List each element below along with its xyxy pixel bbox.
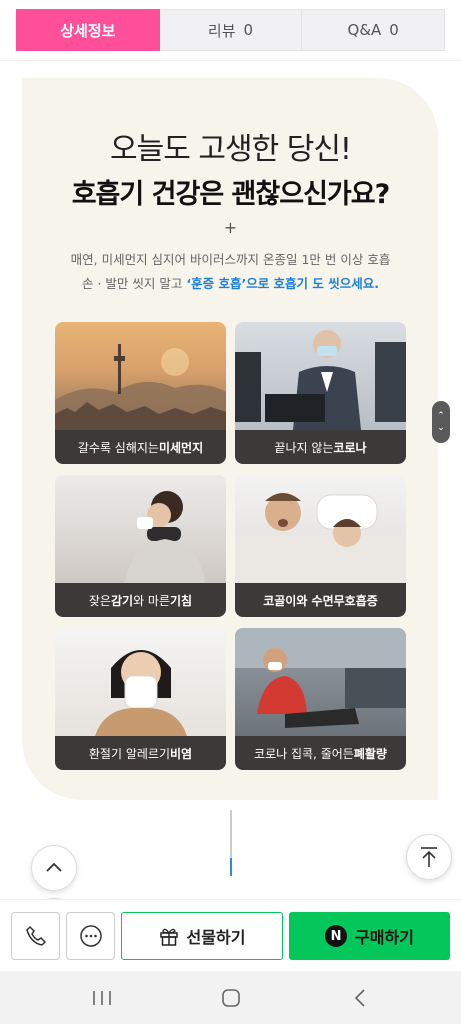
buy-button[interactable]: N 구매하기: [289, 912, 450, 960]
tile-cold-suffix: 와 마른: [133, 593, 171, 608]
tile-fine-dust-caption: 갈수록 심해지는 미세먼지: [55, 430, 226, 464]
tile-snoring-caption: 코골이와 수면무호흡증: [235, 583, 406, 617]
headline-line1: 오늘도 고생한 당신!: [110, 132, 352, 167]
tile-rhinitis: 환절기 알레르기 비염: [55, 628, 226, 770]
description-line2: 손 · 발만 씻지 말고 ‘훈증 호흡’으로 호흡기 도 씻으세요.: [40, 272, 421, 296]
gift-icon: [159, 928, 178, 946]
tab-reviews-count: 0: [243, 21, 254, 39]
description-line2-prefix: 손 · 발만 씻지 말고: [82, 276, 187, 291]
tile-rhinitis-caption: 환절기 알레르기 비염: [55, 736, 226, 770]
home-button[interactable]: [218, 985, 244, 1011]
phone-icon: [25, 925, 46, 946]
description-line1: 매연, 미세먼지 심지어 바이러스까지 온종일 1만 번 이상 호흡: [70, 252, 391, 267]
page-up-button[interactable]: [31, 845, 77, 891]
tile-snoring: 코골이와 수면무호흡증: [235, 475, 406, 617]
scroll-to-top-button[interactable]: [406, 834, 452, 880]
plus-divider: +: [223, 218, 238, 237]
scroll-progress-fill: [230, 858, 232, 876]
tile-cold-caption: 잦은 감기 와 마른 기침: [55, 583, 226, 617]
headline-line2: 호흡기 건강은 괜찮으신가요?: [71, 179, 391, 210]
tile-fine-dust-bold: 미세먼지: [158, 440, 204, 455]
scroll-handle-up-icon: ⌃: [437, 411, 445, 421]
scroll-handle[interactable]: ⌃ ⌄: [432, 401, 450, 443]
tile-cold-text: 잦은: [88, 593, 111, 608]
tile-lung-caption: 코로나 집콕, 줄어든 폐활량: [235, 736, 406, 770]
chat-icon: [79, 925, 102, 947]
tab-qna[interactable]: Q&A 0: [302, 9, 446, 51]
tile-fine-dust: 갈수록 심해지는 미세먼지: [55, 322, 226, 464]
tile-fine-dust-text: 갈수록 심해지는: [77, 440, 159, 455]
tab-reviews-label: 리뷰: [207, 21, 236, 40]
chevron-up-icon: [46, 862, 62, 872]
naver-pay-icon: N: [325, 925, 348, 947]
description: 매연, 미세먼지 심지어 바이러스까지 온종일 1만 번 이상 호흡 손 · 발…: [40, 248, 421, 296]
tile-cold-cough: 잦은 감기 와 마른 기침: [55, 475, 226, 617]
tile-lung-bold: 폐활량: [353, 746, 387, 761]
snoring-couple-image: [235, 475, 406, 583]
back-button[interactable]: [347, 985, 373, 1011]
tile-snoring-bold: 코골이와 수면무호흡증: [263, 593, 378, 608]
chat-button[interactable]: [66, 912, 115, 960]
tab-details[interactable]: 상세정보: [16, 9, 160, 51]
recent-apps-icon: [93, 991, 111, 1005]
tile-corona-bold: 코로나: [333, 440, 367, 455]
tile-corona-text: 끝나지 않는: [274, 440, 334, 455]
scroll-handle-down-icon: ⌄: [437, 423, 445, 433]
purchase-bar: 선물하기 N 구매하기: [0, 899, 461, 971]
buy-button-label: 구매하기: [355, 928, 414, 947]
tile-cold-bold: 감기: [110, 593, 134, 608]
tab-qna-count: 0: [389, 21, 399, 39]
tab-qna-label: Q&A: [347, 21, 382, 39]
tile-rhinitis-text: 환절기 알레르기: [88, 746, 170, 761]
system-nav-bar: [0, 971, 461, 1024]
tile-lung-text: 코로나 집콕, 줄어든: [254, 746, 354, 761]
fine-dust-city-image: [55, 322, 226, 430]
tile-lung-capacity: 코로나 집콕, 줄어든 폐활량: [235, 628, 406, 770]
tab-details-label: 상세정보: [60, 21, 116, 40]
gift-button[interactable]: 선물하기: [121, 912, 283, 960]
sneezing-woman-image: [55, 628, 226, 736]
masked-office-worker-image: [235, 322, 406, 430]
tile-corona: 끝나지 않는 코로나: [235, 322, 406, 464]
call-button[interactable]: [11, 912, 60, 960]
scroll-to-top-icon: [421, 847, 437, 867]
description-highlight: ‘훈증 호흡’으로 호흡기 도 씻으세요.: [186, 276, 379, 291]
tab-reviews[interactable]: 리뷰 0: [159, 9, 303, 51]
home-icon: [222, 989, 240, 1007]
coughing-woman-image: [55, 475, 226, 583]
gym-man-image: [235, 628, 406, 736]
tile-cold-bold2: 기침: [170, 593, 193, 608]
recent-apps-button[interactable]: [89, 985, 115, 1011]
tile-rhinitis-bold: 비염: [170, 746, 193, 761]
gift-button-label: 선물하기: [186, 928, 246, 947]
tile-corona-caption: 끝나지 않는 코로나: [235, 430, 406, 464]
back-icon: [354, 989, 365, 1007]
tabs-divider: [0, 60, 461, 61]
detail-tabs: 상세정보 리뷰 0 Q&A 0: [16, 9, 446, 51]
